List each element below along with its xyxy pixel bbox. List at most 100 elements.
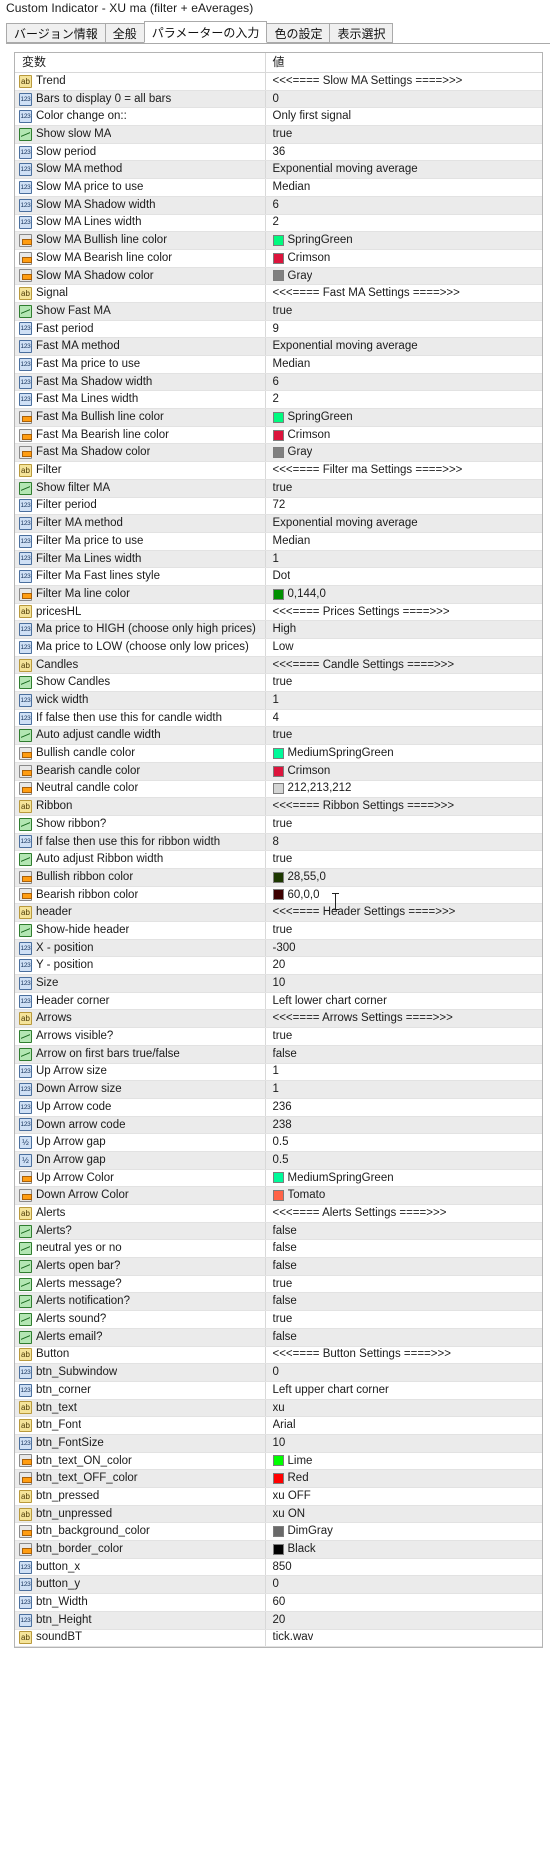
parameter-value-cell[interactable]: 2 — [265, 214, 542, 233]
parameter-value-cell[interactable]: 1 — [265, 691, 542, 710]
parameter-name-cell[interactable]: Signal — [15, 284, 266, 303]
parameter-row[interactable]: Fast Ma Shadow width 6 — [15, 373, 542, 392]
parameter-name-cell[interactable]: Up Arrow Color — [15, 1169, 266, 1188]
parameter-row[interactable]: Show Fast MA true — [15, 302, 542, 321]
parameter-value-cell[interactable]: 9 — [265, 320, 542, 339]
parameter-row[interactable]: X - position -300 — [15, 939, 542, 958]
parameter-row[interactable]: Slow MA method Exponential moving average — [15, 160, 542, 180]
parameter-value-cell[interactable]: 10 — [265, 974, 542, 993]
parameter-value-cell[interactable]: Black — [265, 1540, 542, 1559]
parameter-value-cell[interactable]: true — [265, 921, 542, 940]
parameter-value-cell[interactable]: false — [265, 1045, 542, 1064]
parameter-row[interactable]: Candles <<<==== Candle Settings ====>>> — [15, 656, 542, 675]
parameter-row[interactable]: Bullish ribbon color 28,55,0 — [15, 868, 542, 887]
parameter-name-cell[interactable]: Slow period — [15, 143, 266, 162]
parameter-name-cell[interactable]: btn_text_ON_color — [15, 1452, 266, 1471]
parameter-value-cell[interactable]: 8 — [265, 833, 542, 852]
parameter-name-cell[interactable]: btn_corner — [15, 1381, 266, 1400]
parameter-name-cell[interactable]: soundBT — [15, 1629, 266, 1648]
parameter-name-cell[interactable]: If false then use this for ribbon width — [15, 833, 266, 852]
parameter-value-cell[interactable]: Lime — [265, 1452, 542, 1471]
parameter-value-cell[interactable]: <<<==== Filter ma Settings ====>>> — [265, 461, 542, 480]
parameter-name-cell[interactable]: Filter Ma price to use — [15, 532, 266, 551]
parameter-row[interactable]: pricesHL <<<==== Prices Settings ====>>> — [15, 603, 542, 622]
parameter-value-cell[interactable]: Left lower chart corner — [265, 992, 542, 1011]
parameter-name-cell[interactable]: Ribbon — [15, 797, 266, 816]
parameter-value-cell[interactable]: 60 — [265, 1593, 542, 1612]
parameter-value-cell[interactable]: 236 — [265, 1098, 542, 1117]
parameter-row[interactable]: Filter Ma Fast lines style Dot — [15, 567, 542, 586]
parameter-name-cell[interactable]: btn_Font — [15, 1416, 266, 1435]
parameter-row[interactable]: Bearish candle color Crimson — [15, 762, 542, 781]
parameter-value-cell[interactable]: SpringGreen — [265, 408, 542, 427]
parameter-row[interactable]: Up Arrow size 1 — [15, 1063, 542, 1082]
parameter-name-cell[interactable]: Fast Ma Bearish line color — [15, 426, 266, 445]
parameter-value-cell[interactable]: Gray — [265, 443, 542, 463]
parameter-value-cell[interactable]: <<<==== Alerts Settings ====>>> — [265, 1204, 542, 1223]
parameter-name-cell[interactable]: Bars to display 0 = all bars — [15, 90, 266, 109]
parameter-name-cell[interactable]: wick width — [15, 691, 266, 710]
parameter-value-cell[interactable]: 1 — [265, 1080, 542, 1099]
parameter-value-cell[interactable]: Crimson — [265, 762, 542, 781]
parameter-name-cell[interactable]: Show filter MA — [15, 479, 266, 498]
parameter-value-cell[interactable]: 20 — [265, 1611, 542, 1630]
parameter-name-cell[interactable]: Alerts open bar? — [15, 1257, 266, 1276]
parameter-value-cell[interactable]: true — [265, 125, 542, 144]
parameter-name-cell[interactable]: Slow MA Shadow width — [15, 196, 266, 215]
parameter-value-cell[interactable]: Dot — [265, 567, 542, 586]
tab-0[interactable]: バージョン情報 — [6, 23, 106, 43]
parameter-name-cell[interactable]: Fast Ma price to use — [15, 355, 266, 374]
parameter-row[interactable]: Bars to display 0 = all bars 0 — [15, 90, 542, 109]
parameter-value-cell[interactable]: xu OFF — [265, 1487, 542, 1506]
parameter-value-cell[interactable]: -300 — [265, 939, 542, 958]
parameter-row[interactable]: soundBT tick.wav — [15, 1629, 542, 1648]
parameter-name-cell[interactable]: Show Candles — [15, 673, 266, 693]
parameter-row[interactable]: Ma price to LOW (choose only low prices)… — [15, 638, 542, 657]
parameter-row[interactable]: Slow MA Shadow color Gray — [15, 267, 542, 286]
parameter-value-cell[interactable]: Median — [265, 532, 542, 551]
parameter-name-cell[interactable]: Dn Arrow gap — [15, 1151, 266, 1170]
parameter-row[interactable]: Fast Ma Shadow color Gray — [15, 443, 542, 463]
parameter-value-cell[interactable]: <<<==== Arrows Settings ====>>> — [265, 1009, 542, 1029]
parameter-value-cell[interactable]: <<<==== Button Settings ====>>> — [265, 1346, 542, 1365]
parameter-name-cell[interactable]: pricesHL — [15, 603, 266, 622]
parameter-value-cell[interactable]: Arial — [265, 1416, 542, 1435]
parameter-row[interactable]: Show-hide header true — [15, 921, 542, 940]
parameter-row[interactable]: Up Arrow Color MediumSpringGreen — [15, 1169, 542, 1188]
column-header-variable[interactable]: 変数 — [15, 53, 266, 73]
parameter-row[interactable]: Up Arrow code 236 — [15, 1098, 542, 1117]
parameter-value-cell[interactable]: 28,55,0 — [265, 868, 542, 887]
parameter-row[interactable]: Filter Ma price to use Median — [15, 532, 542, 551]
parameter-row[interactable]: btn_unpressed xu ON — [15, 1505, 542, 1524]
parameter-value-cell[interactable]: 0,144,0 — [265, 585, 542, 604]
parameter-name-cell[interactable]: Show-hide header — [15, 921, 266, 940]
parameter-row[interactable]: Show Candles true — [15, 673, 542, 693]
parameter-value-cell[interactable]: Gray — [265, 267, 542, 286]
parameter-row[interactable]: btn_Subwindow 0 — [15, 1363, 542, 1382]
parameter-row[interactable]: Fast Ma Bearish line color Crimson — [15, 426, 542, 445]
parameter-name-cell[interactable]: Alerts — [15, 1204, 266, 1223]
parameter-row[interactable]: Auto adjust candle width true — [15, 726, 542, 746]
parameter-value-cell[interactable]: High — [265, 620, 542, 639]
parameter-value-cell[interactable]: <<<==== Ribbon Settings ====>>> — [265, 797, 542, 816]
parameter-row[interactable]: btn_FontSize 10 — [15, 1434, 542, 1453]
parameter-row[interactable]: Auto adjust Ribbon width true — [15, 850, 542, 869]
parameter-name-cell[interactable]: btn_text_OFF_color — [15, 1469, 266, 1488]
parameter-name-cell[interactable]: Auto adjust candle width — [15, 726, 266, 746]
parameter-row[interactable]: Filter <<<==== Filter ma Settings ====>>> — [15, 461, 542, 480]
parameter-row[interactable]: header <<<==== Header Settings ====>>> — [15, 903, 542, 922]
parameter-name-cell[interactable]: Arrow on first bars true/false — [15, 1045, 266, 1064]
parameter-value-cell[interactable]: true — [265, 815, 542, 834]
parameter-name-cell[interactable]: X - position — [15, 939, 266, 958]
parameter-name-cell[interactable]: Filter MA method — [15, 514, 266, 533]
parameter-name-cell[interactable]: Slow MA method — [15, 160, 266, 180]
parameter-value-cell[interactable]: Left upper chart corner — [265, 1381, 542, 1400]
parameter-value-cell[interactable]: xu ON — [265, 1505, 542, 1524]
parameter-row[interactable]: Fast Ma Bullish line color SpringGreen — [15, 408, 542, 427]
parameter-row[interactable]: Slow MA price to use Median — [15, 178, 542, 197]
parameter-row[interactable]: btn_Height 20 — [15, 1611, 542, 1630]
parameter-row[interactable]: Y - position 20 — [15, 956, 542, 976]
parameter-value-cell[interactable]: 20 — [265, 956, 542, 976]
parameter-row[interactable]: btn_background_color DimGray — [15, 1522, 542, 1542]
parameter-value-cell[interactable]: MediumSpringGreen — [265, 1169, 542, 1188]
